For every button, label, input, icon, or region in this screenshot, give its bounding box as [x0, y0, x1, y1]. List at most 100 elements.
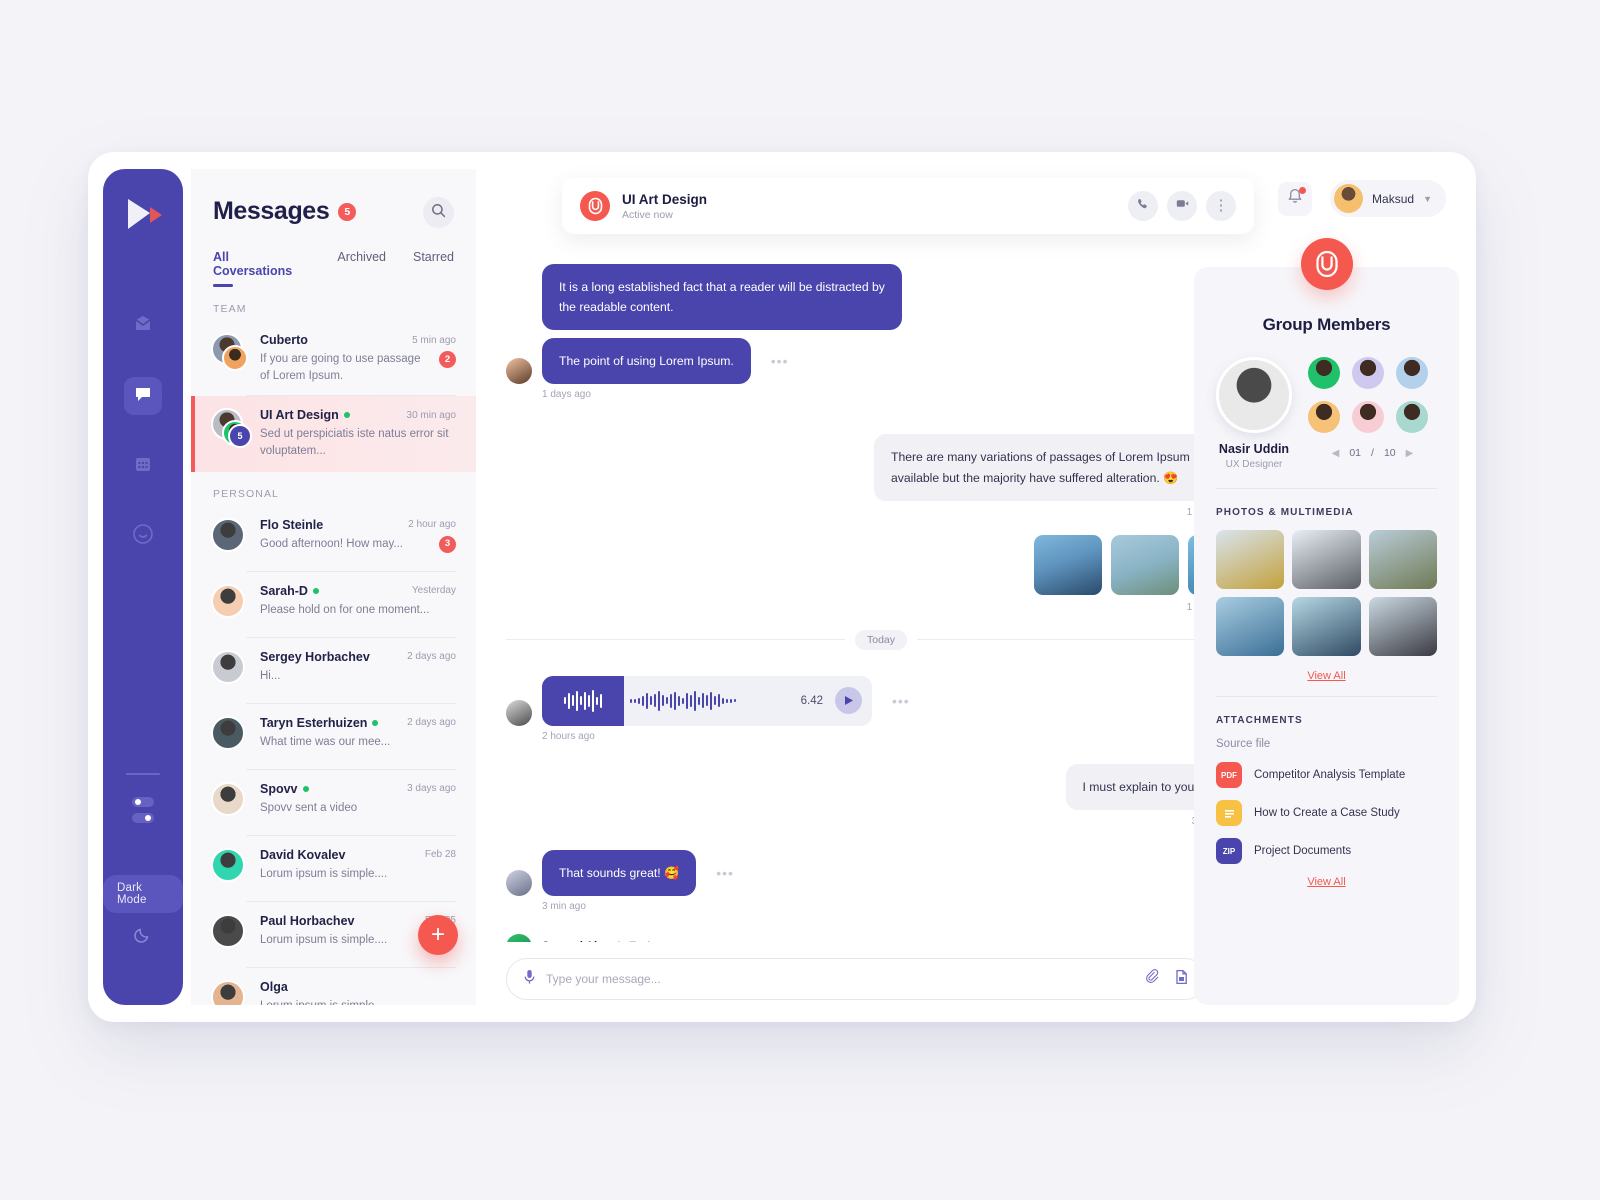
photo-grid	[1216, 530, 1437, 656]
attachment-name: How to Create a Case Study	[1254, 807, 1400, 819]
message-input[interactable]	[546, 972, 1144, 986]
conversation-item[interactable]: Sarah-D Yesterday Please hold on for one m…	[191, 572, 476, 638]
conversation-preview: Good afternoon! How may... 3	[260, 535, 456, 553]
toggle-switch-b[interactable]	[132, 813, 154, 823]
user-menu[interactable]: Maksud ▼	[1330, 180, 1446, 217]
attachment-item[interactable]: How to Create a Case Study	[1216, 800, 1437, 826]
avatar[interactable]	[1396, 357, 1428, 389]
chat-header: UI Art Design Active now ⋮	[562, 178, 1254, 234]
rail-item-mail[interactable]	[124, 307, 162, 345]
waveform-bar	[674, 691, 676, 710]
conversation-item[interactable]: Taryn Esterhuizen 2 days ago What time was…	[191, 704, 476, 770]
message-options-icon[interactable]: •••	[892, 693, 910, 709]
avatar[interactable]	[1308, 401, 1340, 433]
conversation-item[interactable]: 5 UI Art Design 30 min ago Sed ut perspicia…	[191, 396, 476, 473]
dark-mode-button[interactable]: Dark Mode	[103, 875, 183, 913]
avatar	[1334, 184, 1364, 213]
photo-skydive-2[interactable]	[1292, 530, 1361, 589]
message-timestamp: 1 days ago	[542, 389, 591, 401]
attachment-item[interactable]: PDF Competitor Analysis Template	[1216, 762, 1437, 788]
conversation-item[interactable]: Spovv 3 days ago Spovv sent a video	[191, 770, 476, 836]
avatar[interactable]	[1308, 357, 1340, 389]
search-button[interactable]	[423, 197, 454, 228]
moon-icon[interactable]	[132, 923, 154, 951]
mic-icon[interactable]	[523, 969, 536, 990]
photo-bay-view[interactable]	[1111, 534, 1179, 595]
conversation-item[interactable]: Olga Lorum ipsum is simple....	[191, 968, 476, 1005]
pager-separator: /	[1371, 447, 1374, 459]
tab-archived[interactable]: Archived	[337, 250, 386, 287]
attachments-view-all-link[interactable]: View All	[1216, 876, 1437, 888]
notifications-button[interactable]	[1278, 181, 1313, 216]
avatar[interactable]	[1396, 401, 1428, 433]
sidebar-title-row: Messages 5	[213, 197, 357, 226]
photo-cap-sea[interactable]	[1292, 597, 1361, 656]
conversation-item[interactable]: Cuberto 5 min ago If you are going to use …	[191, 321, 476, 397]
section-label: TEAM	[213, 303, 247, 315]
photo-skydive-1[interactable]	[1216, 530, 1285, 589]
rail-item-mood[interactable]	[124, 517, 162, 555]
message-row: The point of using Lorem Ipsum. •••	[506, 338, 1256, 385]
tab-starred[interactable]: Starred	[413, 250, 454, 287]
chat-title: UI Art Design	[622, 191, 708, 207]
online-status-dot	[372, 719, 379, 726]
message-timestamp-row: 3 min ago ✓✓	[506, 815, 1258, 828]
photo-sea-man[interactable]	[1034, 534, 1102, 595]
message-row: There are many variations of passages of…	[506, 434, 1256, 501]
chevron-left-icon[interactable]: ◀	[1332, 448, 1340, 459]
avatar[interactable]	[1352, 357, 1384, 389]
avatar-wrapper	[211, 517, 249, 560]
tab-all-conversations[interactable]: All Coversations	[213, 250, 310, 287]
app-window: Dark Mode Messages 5 All Coversations Ar…	[88, 152, 1476, 1022]
rail-item-messages[interactable]	[124, 377, 162, 415]
avatar-wrapper	[211, 913, 249, 956]
new-chat-button[interactable]: +	[418, 915, 458, 955]
conversation-item[interactable]: David Kovalev Feb 28 Lorum ipsum is simple…	[191, 836, 476, 902]
avatar	[211, 715, 245, 750]
conversation-time: 2 days ago	[407, 717, 456, 729]
video-call-button[interactable]	[1167, 191, 1197, 221]
conversation-body: UI Art Design 30 min ago Sed ut perspiciat…	[260, 408, 456, 459]
photos-view-all-link[interactable]: View All	[1216, 670, 1437, 682]
message-input-wrapper[interactable]	[506, 958, 1206, 1000]
avatar-wrapper	[211, 583, 249, 626]
chat-more-button[interactable]: ⋮	[1206, 191, 1236, 221]
voice-progress	[542, 675, 624, 726]
conversation-preview: Sed ut perspiciatis iste natus error sit…	[260, 428, 449, 458]
chevron-right-icon[interactable]: ▶	[1406, 448, 1414, 459]
page-root: Dark Mode Messages 5 All Coversations Ar…	[0, 0, 1600, 1200]
divider	[1216, 488, 1437, 489]
message-bubble: The point of using Lorem Ipsum.	[542, 338, 751, 385]
message-options-icon[interactable]: •••	[771, 353, 789, 369]
photo-skydive-group[interactable]	[1368, 530, 1437, 589]
message-options-icon[interactable]: •••	[716, 865, 734, 881]
conversation-list[interactable]: TEAM Cuberto 5 min ago If you are going to …	[191, 287, 476, 1005]
message-timestamp: 3 min ago	[542, 900, 586, 912]
waveform-bar	[718, 694, 720, 708]
chat-header-text: UI Art Design Active now	[622, 192, 1119, 221]
unread-badge: 3	[439, 535, 456, 553]
voice-message[interactable]: 6.42	[542, 675, 872, 726]
conversation-time: 3 days ago	[407, 783, 456, 795]
voice-play-button[interactable]	[835, 687, 862, 715]
waveform-bar	[572, 695, 574, 707]
section-label: PERSONAL	[213, 487, 279, 500]
avatar[interactable]	[1352, 401, 1384, 433]
photo-city-view[interactable]	[1368, 597, 1437, 656]
conversation-item[interactable]: Flo Steinle 2 hour ago Good afternoon! How…	[191, 506, 476, 572]
conversation-time: 2 hour ago	[408, 519, 456, 531]
file-icon[interactable]	[1174, 969, 1189, 990]
conversation-item[interactable]: Sergey Horbachev 2 days ago Hi...	[191, 638, 476, 704]
rail-item-calendar[interactable]	[124, 447, 162, 485]
lead-member[interactable]: Nasir Uddin UX Designer	[1216, 357, 1292, 470]
waveform-bar	[670, 693, 672, 708]
toggle-switch-a[interactable]	[132, 797, 154, 807]
paperclip-icon[interactable]	[1144, 968, 1160, 990]
voice-call-button[interactable]	[1128, 191, 1158, 221]
attachment-item[interactable]: ZIP Project Documents	[1216, 838, 1437, 864]
photo-skydive-tandem[interactable]	[1216, 597, 1285, 656]
avatar	[211, 913, 245, 948]
avatar	[211, 781, 245, 816]
member-avatar-grid	[1308, 357, 1437, 433]
members-pager: ◀ 01 / 10 ▶	[1308, 447, 1437, 459]
